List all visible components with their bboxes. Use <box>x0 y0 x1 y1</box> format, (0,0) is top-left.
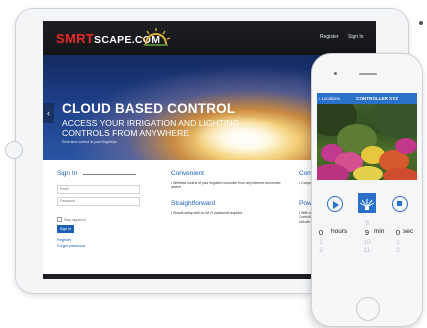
hours-below: 2 <box>319 247 323 254</box>
hours-label: hours <box>331 228 348 235</box>
minutes-value[interactable]: 9 <box>363 228 371 237</box>
flower-bed <box>353 166 383 180</box>
stay-label: Stay signed in <box>64 218 86 222</box>
nav-signin-link[interactable]: Sign In <box>348 34 364 40</box>
controller-title: CONTROLLER XYZ <box>356 96 399 101</box>
forgot-password-link[interactable]: Forgot password <box>57 244 85 248</box>
minutes-below: 11 <box>363 247 371 254</box>
timer-row-above: 8 <box>317 220 417 228</box>
minutes-above: 8 <box>365 220 369 227</box>
back-button[interactable]: ‹ Locations <box>319 96 340 101</box>
sprinkler-toggle-button[interactable] <box>358 193 376 213</box>
seconds-value[interactable]: 0 <box>394 228 402 237</box>
minutes-below: 10 <box>363 239 371 246</box>
feature-title-convenient: Convenient <box>171 170 204 177</box>
timer-row-current: 0 hours 9 min 0 sec <box>317 228 417 237</box>
seconds-below: 1 <box>396 239 400 246</box>
register-link[interactable]: Register <box>57 238 71 242</box>
timer-row-below-2: 2 11 2 <box>317 247 417 255</box>
signin-heading: Sign In <box>57 170 78 177</box>
back-label: Locations <box>321 96 341 101</box>
password-field[interactable]: Password <box>57 197 140 206</box>
hero-subtitle: ACCESS YOUR IRRIGATION AND LIGHTING CONT… <box>62 118 240 138</box>
tablet-home-button[interactable] <box>5 141 23 159</box>
carousel-prev-button[interactable]: ‹ <box>43 103 54 123</box>
app-navbar: ‹ Locations CONTROLLER XYZ <box>317 93 417 104</box>
signin-divider <box>83 174 136 175</box>
feature-title-straightforward: Straightforward <box>171 200 216 207</box>
feature-text-convenient: • Wireless control of your irrigation co… <box>171 181 281 190</box>
feature-text-straightforward: • Simple setup with no Wi-Fi password re… <box>171 211 243 215</box>
sun-logo-icon <box>142 28 170 46</box>
signin-button[interactable]: Sign In <box>57 225 74 233</box>
phone-screen: ‹ Locations CONTROLLER XYZ 8 0 hours 9 m… <box>317 93 417 287</box>
hero-title: CLOUD BASED CONTROL <box>62 101 236 116</box>
phone-speaker <box>359 73 377 75</box>
zone-controls: 8 0 hours 9 min 0 sec 1 10 1 2 11 2 <box>317 180 417 287</box>
nav-register-link[interactable]: Register <box>320 34 339 40</box>
flower-bed <box>395 138 417 154</box>
hours-below: 1 <box>319 239 323 246</box>
flower-bed <box>317 164 349 180</box>
seconds-label: sec <box>403 228 414 235</box>
email-field[interactable]: Email <box>57 185 140 194</box>
seconds-below: 2 <box>396 247 400 254</box>
brand-smrt: SMRT <box>56 31 95 46</box>
minutes-label: min <box>374 228 385 235</box>
sprinkler-icon <box>359 199 375 210</box>
garden-photo <box>317 104 417 180</box>
play-button[interactable] <box>327 196 343 212</box>
phone-camera <box>334 72 337 75</box>
phone-home-button[interactable] <box>356 297 380 321</box>
phone-device: ‹ Locations CONTROLLER XYZ 8 0 hours 9 m… <box>311 53 423 327</box>
tablet-camera <box>419 21 423 25</box>
hero-tagline: Real-time control at your fingertips <box>62 140 117 144</box>
flower-bed <box>383 168 417 180</box>
site-header: SMRTSCAPE.COM Register Sign In <box>43 21 376 55</box>
play-icon <box>333 200 339 209</box>
stop-icon <box>397 201 402 206</box>
tree-foliage <box>372 104 417 139</box>
hours-value[interactable]: 0 <box>317 228 325 237</box>
checkbox-box <box>57 217 62 222</box>
stay-signed-in-checkbox[interactable]: Stay signed in <box>57 217 86 222</box>
stop-button[interactable] <box>392 196 408 212</box>
timer-row-below-1: 1 10 1 <box>317 239 417 247</box>
